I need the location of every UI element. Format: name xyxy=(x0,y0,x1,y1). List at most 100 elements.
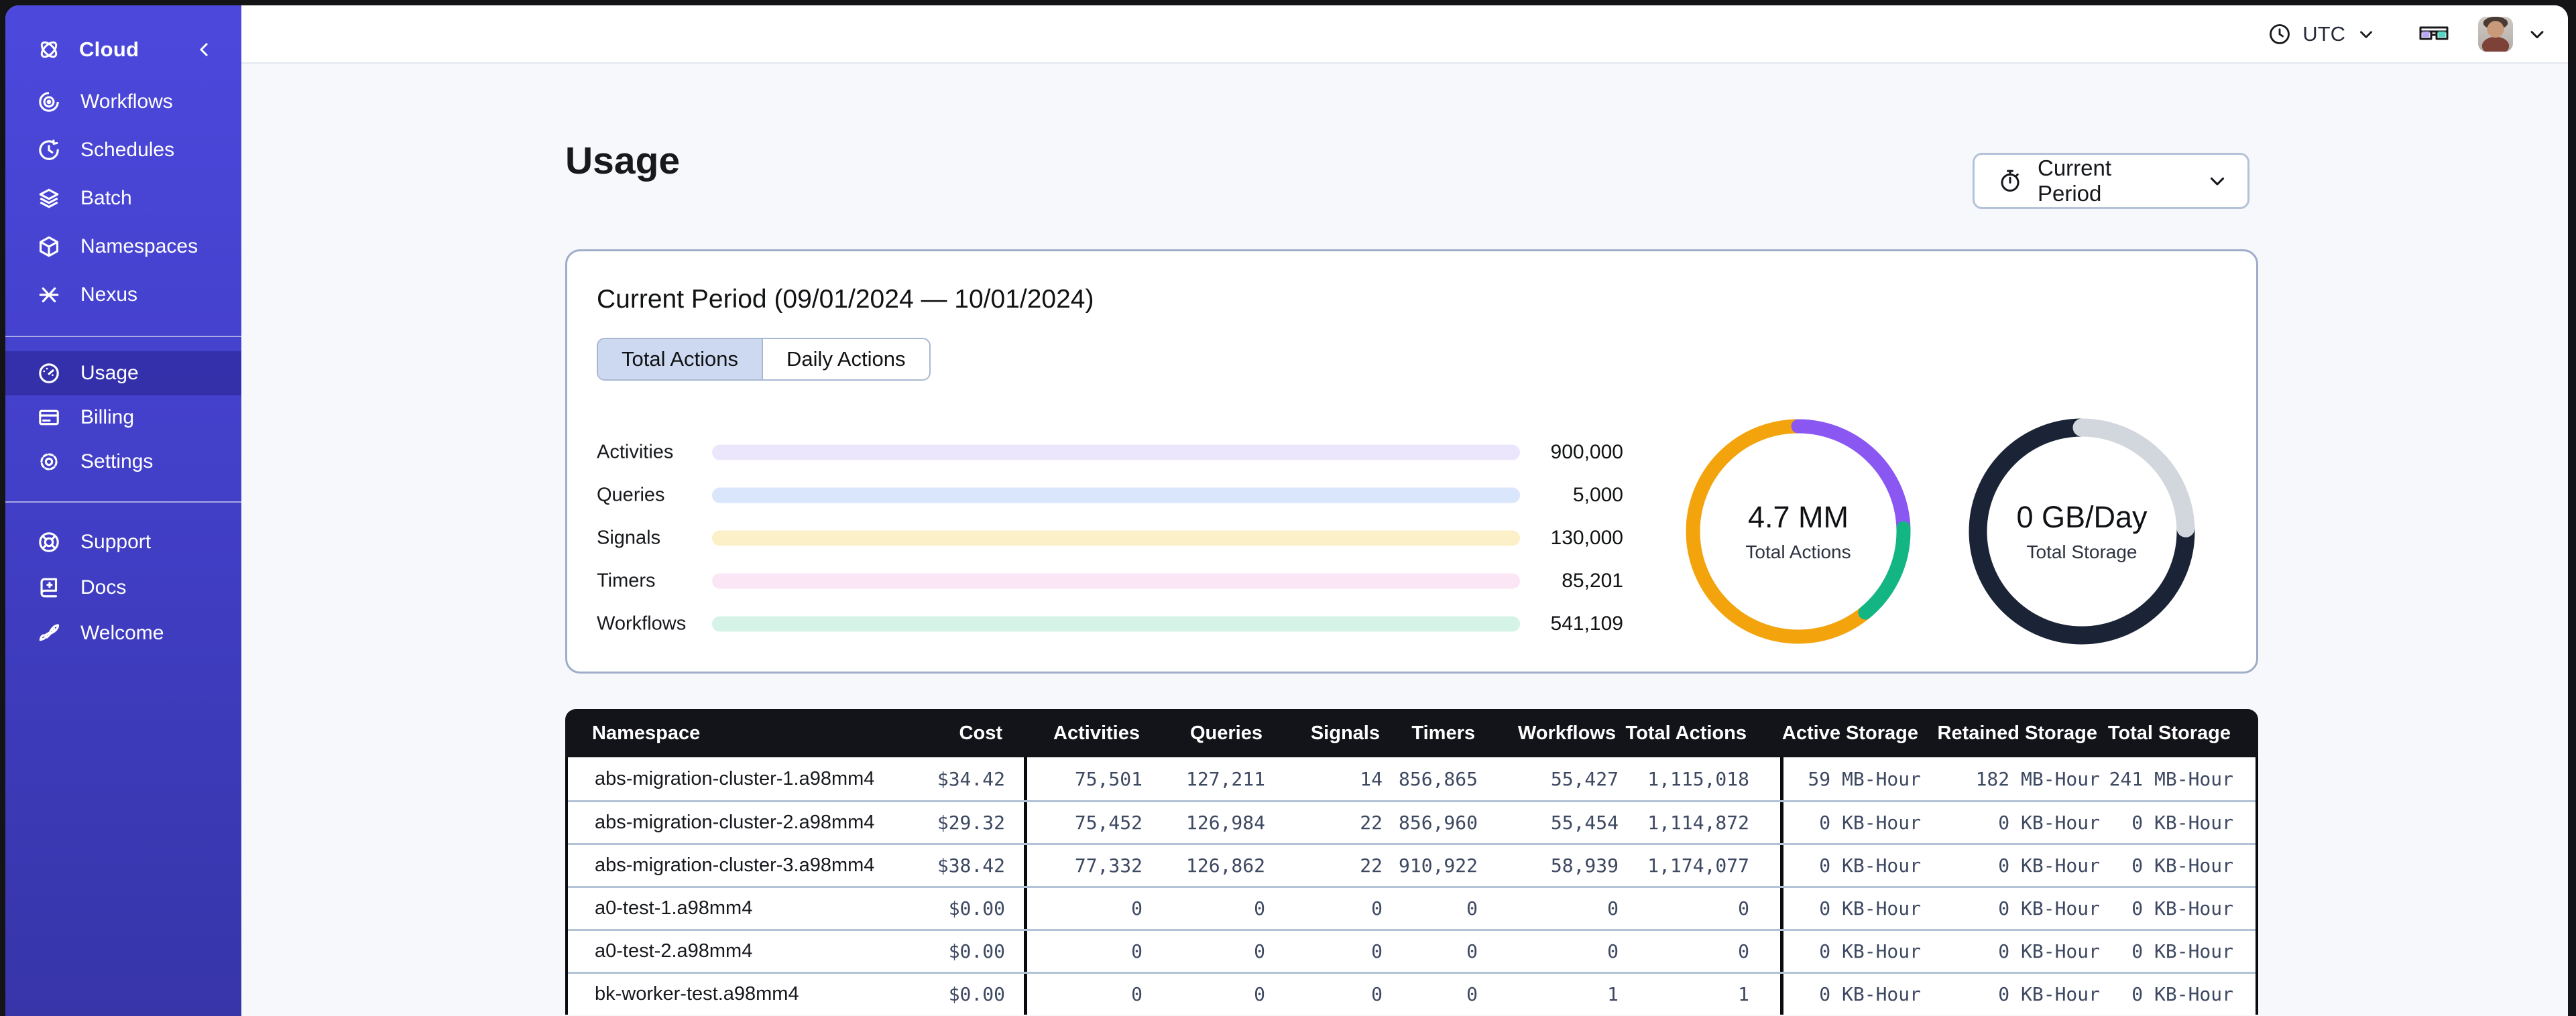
column-header-timers: Timers xyxy=(1411,722,1475,744)
table-cell: 1 xyxy=(1607,983,1619,1005)
period-selector-label: Current Period xyxy=(2038,155,2112,206)
bar-row-activities: Activities 900,000 xyxy=(567,431,1640,474)
namespace-link[interactable]: a0-test-1.a98mm4 xyxy=(595,897,752,919)
sidebar-item-welcome[interactable]: Welcome xyxy=(5,611,241,656)
table-cell: 0 KB-Hour xyxy=(2131,854,2233,877)
card-title: Current Period (09/01/2024 — 10/01/2024) xyxy=(597,285,1094,314)
sidebar-divider xyxy=(5,336,241,337)
table-cell: 1 xyxy=(1738,983,1749,1005)
tab-total-actions[interactable]: Total Actions xyxy=(598,339,762,379)
usage-page: Usage Current Period Current Period (09/… xyxy=(241,64,2568,1016)
namespace-cell[interactable]: a0-test-2.a98mm4 xyxy=(568,940,876,962)
sidebar-item-settings[interactable]: Settings xyxy=(5,440,241,484)
total-actions-donut: 4.7 MM Total Actions xyxy=(1684,418,1912,645)
donut-label: Total Storage xyxy=(2026,542,2138,562)
table-cell: 0 KB-Hour xyxy=(1998,940,2100,962)
table-cell: 0 xyxy=(1254,940,1265,962)
sidebar-nav-main: Workflows Schedules Batch Namespaces Nex… xyxy=(5,78,241,319)
total-storage-donut: 0 GB/Day Total Storage xyxy=(1968,418,2196,645)
tab-daily-actions[interactable]: Daily Actions xyxy=(762,339,929,379)
actions-tabs: Total Actions Daily Actions xyxy=(597,338,931,381)
table-cell: 0 xyxy=(1024,931,1143,972)
table-cell: 856,960 xyxy=(1398,812,1478,834)
namespaces-icon xyxy=(36,234,62,259)
column-header-workflows: Workflows xyxy=(1517,722,1616,744)
namespace-cell[interactable]: a0-test-1.a98mm4 xyxy=(568,897,876,919)
table-cell: 55,454 xyxy=(1550,812,1619,834)
bar-value: 900,000 xyxy=(1550,441,1623,463)
labs-glasses-icon[interactable] xyxy=(2418,23,2450,46)
table-cell: 0 xyxy=(1371,897,1383,919)
collapse-sidebar-icon[interactable] xyxy=(194,40,215,60)
table-cell: 77,332 xyxy=(1024,845,1143,886)
namespace-link[interactable]: abs-migration-cluster-2.a98mm4 xyxy=(595,812,874,834)
sidebar-item-support[interactable]: Support xyxy=(5,519,241,565)
chevron-down-icon xyxy=(2206,170,2229,192)
app-window: Cloud Workflows Schedules Batch Namespac… xyxy=(5,5,2568,1016)
donut-value: 0 GB/Day xyxy=(2016,500,2148,534)
column-header-retained-storage: Retained Storage xyxy=(1937,722,2098,744)
table-row: abs-migration-cluster-1.a98mm4 $34.42 75,5… xyxy=(568,757,2256,800)
table-cell: 1,174,077 xyxy=(1647,854,1749,877)
table-cell: $34.42 xyxy=(937,767,1005,790)
current-period-card: Current Period (09/01/2024 — 10/01/2024)… xyxy=(565,249,2258,674)
namespace-cell[interactable]: bk-worker-test.a98mm4 xyxy=(568,983,876,1005)
sidebar-item-batch[interactable]: Batch xyxy=(5,174,241,223)
namespace-cell[interactable]: abs-migration-cluster-1.a98mm4 xyxy=(568,768,876,790)
column-header-total-actions: Total Actions xyxy=(1625,722,1747,744)
sidebar-item-nexus[interactable]: Nexus xyxy=(5,271,241,319)
table-cell: 0 xyxy=(1738,897,1749,919)
sidebar-item-usage[interactable]: Usage xyxy=(5,351,241,395)
column-header-activities: Activities xyxy=(1053,722,1140,744)
sidebar-item-billing[interactable]: Billing xyxy=(5,395,241,440)
workflows-icon xyxy=(36,89,62,115)
sidebar-divider xyxy=(5,501,241,503)
avatar[interactable] xyxy=(2478,16,2513,52)
page-title: Usage xyxy=(565,139,681,182)
namespace-link[interactable]: bk-worker-test.a98mm4 xyxy=(595,983,799,1005)
period-selector-button[interactable]: Current Period xyxy=(1973,153,2249,209)
table-cell: 0 xyxy=(1738,940,1749,962)
bar-track xyxy=(712,573,1520,589)
sidebar-nav-footer: Support Docs Welcome xyxy=(5,519,241,656)
sidebar-item-docs[interactable]: Docs xyxy=(5,565,241,611)
table-cell: 0 KB-Hour xyxy=(1780,974,1921,1015)
namespace-cell[interactable]: abs-migration-cluster-3.a98mm4 xyxy=(568,854,876,877)
bar-row-timers: Timers 85,201 xyxy=(567,560,1640,602)
table-cell: 59 MB-Hour xyxy=(1780,757,1921,800)
table-cell: 0 KB-Hour xyxy=(2131,940,2233,962)
table-cell: 0 xyxy=(1607,897,1619,919)
donut-label: Total Actions xyxy=(1745,542,1851,562)
sidebar-item-schedules[interactable]: Schedules xyxy=(5,126,241,174)
sidebar-item-label: Support xyxy=(80,531,152,553)
batch-icon xyxy=(36,186,62,211)
table-cell: 856,865 xyxy=(1398,767,1478,790)
table-cell: 0 xyxy=(1024,888,1143,929)
table-cell: 0 KB-Hour xyxy=(1998,983,2100,1005)
table-cell: 22 xyxy=(1360,854,1383,877)
sidebar-item-namespaces[interactable]: Namespaces xyxy=(5,223,241,271)
table-cell: 0 KB-Hour xyxy=(1998,897,2100,919)
stopwatch-icon xyxy=(1997,168,2023,194)
namespace-cell[interactable]: abs-migration-cluster-2.a98mm4 xyxy=(568,812,876,834)
timezone-selector[interactable]: UTC xyxy=(2268,22,2376,46)
support-icon xyxy=(36,529,62,555)
bar-label: Timers xyxy=(597,570,656,592)
donut-value: 4.7 MM xyxy=(1747,500,1849,534)
brand-row[interactable]: Cloud xyxy=(5,21,241,78)
table-cell: 0 xyxy=(1254,983,1265,1005)
bar-row-signals: Signals 130,000 xyxy=(567,517,1640,560)
table-cell: 0 xyxy=(1607,940,1619,962)
namespace-link[interactable]: abs-migration-cluster-1.a98mm4 xyxy=(595,768,874,790)
namespace-link[interactable]: a0-test-2.a98mm4 xyxy=(595,940,752,962)
table-cell: 0 KB-Hour xyxy=(1780,802,1921,843)
table-cell: 1,115,018 xyxy=(1647,767,1749,790)
sidebar-item-workflows[interactable]: Workflows xyxy=(5,78,241,126)
namespace-link[interactable]: abs-migration-cluster-3.a98mm4 xyxy=(595,854,874,877)
table-cell: 55,427 xyxy=(1550,767,1619,790)
bar-label: Activities xyxy=(597,441,674,463)
table-cell: $0.00 xyxy=(948,940,1005,962)
docs-icon xyxy=(36,575,62,600)
usage-icon xyxy=(36,361,62,386)
account-menu-chevron-icon[interactable] xyxy=(2526,23,2548,45)
